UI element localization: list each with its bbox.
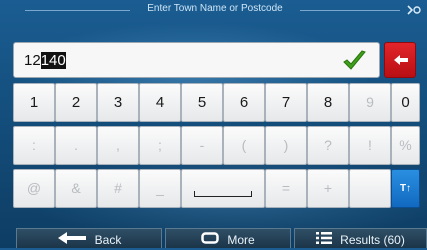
key-open-paren[interactable]: ( bbox=[223, 126, 265, 165]
key-ampersand[interactable]: & bbox=[55, 169, 97, 208]
page-title: Enter Town Name or Postcode bbox=[147, 3, 283, 14]
postcode-input[interactable]: 12140 bbox=[13, 42, 380, 78]
space-bar-icon bbox=[194, 191, 252, 197]
gps-signal-icon bbox=[405, 3, 421, 17]
more-icon bbox=[201, 230, 220, 250]
key-3[interactable]: 3 bbox=[97, 83, 139, 122]
background bbox=[0, 0, 427, 248]
key-period[interactable]: . bbox=[55, 126, 97, 165]
title-bar: Enter Town Name or Postcode bbox=[0, 0, 427, 20]
results-label: Results (60) bbox=[340, 232, 405, 247]
key-4[interactable]: 4 bbox=[139, 83, 181, 122]
shift-key[interactable]: T↑ bbox=[391, 169, 420, 208]
key-exclamation[interactable]: ! bbox=[349, 126, 391, 165]
backspace-button[interactable] bbox=[384, 42, 416, 78]
key-underscore[interactable]: _ bbox=[139, 169, 181, 208]
key-9[interactable]: 9 bbox=[349, 83, 391, 122]
input-value: 12140 bbox=[24, 52, 66, 69]
backspace-arrow-icon bbox=[394, 55, 408, 65]
results-button[interactable]: Results (60) bbox=[294, 228, 427, 248]
selected-text: 140 bbox=[40, 52, 66, 69]
key-semicolon[interactable]: ; bbox=[139, 126, 181, 165]
key-1[interactable]: 1 bbox=[13, 83, 55, 122]
key-question[interactable]: ? bbox=[307, 126, 349, 165]
key-0[interactable]: 0 bbox=[391, 83, 420, 122]
title-divider-right bbox=[300, 10, 400, 11]
list-icon bbox=[316, 230, 333, 250]
key-at[interactable]: @ bbox=[13, 169, 55, 208]
key-percent[interactable]: % bbox=[391, 126, 420, 165]
more-label: More bbox=[227, 232, 255, 247]
bottom-bar: Back More Results (60) bbox=[0, 228, 427, 248]
key-7[interactable]: 7 bbox=[265, 83, 307, 122]
back-arrow-icon bbox=[57, 230, 87, 250]
key-blank[interactable] bbox=[349, 169, 391, 208]
key-hash[interactable]: # bbox=[97, 169, 139, 208]
key-plus[interactable]: + bbox=[307, 169, 349, 208]
key-comma[interactable]: , bbox=[97, 126, 139, 165]
title-divider-left bbox=[25, 10, 130, 11]
confirm-check-icon[interactable] bbox=[341, 49, 367, 73]
back-button[interactable]: Back bbox=[16, 228, 162, 248]
key-6[interactable]: 6 bbox=[223, 83, 265, 122]
more-button[interactable]: More bbox=[165, 228, 291, 248]
key-5[interactable]: 5 bbox=[181, 83, 223, 122]
key-equals[interactable]: = bbox=[265, 169, 307, 208]
key-2[interactable]: 2 bbox=[55, 83, 97, 122]
key-colon[interactable]: : bbox=[13, 126, 55, 165]
back-label: Back bbox=[94, 232, 122, 247]
key-hyphen[interactable]: - bbox=[181, 126, 223, 165]
space-key[interactable] bbox=[181, 169, 265, 208]
key-8[interactable]: 8 bbox=[307, 83, 349, 122]
key-close-paren[interactable]: ) bbox=[265, 126, 307, 165]
